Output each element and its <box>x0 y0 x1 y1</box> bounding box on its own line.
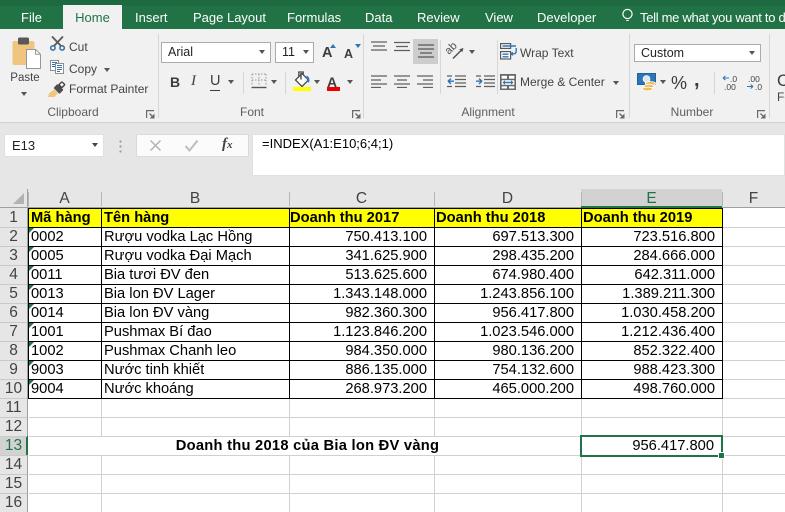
svg-text:.00: .00 <box>724 82 736 91</box>
svg-text:.0: .0 <box>755 82 762 91</box>
